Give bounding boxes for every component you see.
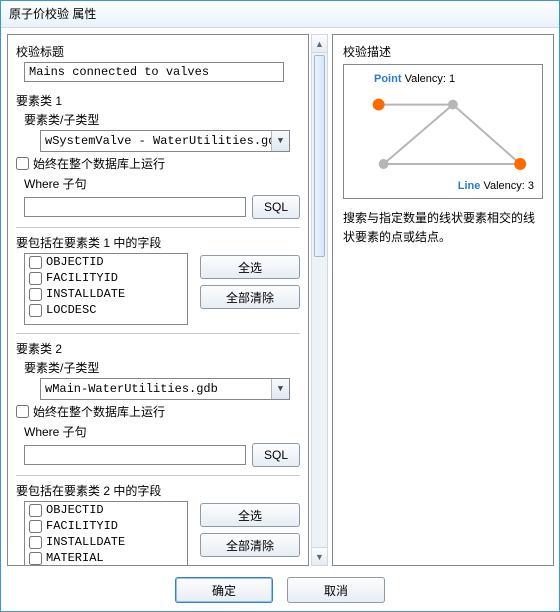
scroll-down-icon[interactable]: ▼ [312,547,327,565]
point-valency: Valency: 1 [405,73,456,85]
point-label: Point [374,73,402,85]
line-valency: Valency: 3 [483,180,534,192]
list-item: FACILITYID [25,518,187,534]
list-item: FACILITYID [25,270,187,286]
check-title-input[interactable] [24,62,284,82]
fc1-clearall-button[interactable]: 全部清除 [200,285,300,309]
scroll-up-icon[interactable]: ▲ [312,35,327,53]
fc1-header: 要素类 1 [16,92,300,109]
list-item: MATERIAL [25,550,187,566]
field-checkbox[interactable] [29,256,42,269]
description-text: 搜索与指定数量的线状要素相交的线状要素的点或结点。 [343,209,543,247]
fc2-fields-header: 要包括在要素类 2 中的字段 [16,482,300,499]
fc1-combo[interactable]: wSystemValve - WaterUtilities.gdb ▼ [40,130,290,152]
fc2-subtype-label: 要素类/子类型 [24,359,300,376]
fc2-alwaysrun-checkbox[interactable] [16,405,29,418]
fc2-combo[interactable]: wMain-WaterUtilities.gdb ▼ [40,378,290,400]
description-heading: 校验描述 [343,43,543,60]
dialog-footer: 确定 取消 [1,577,559,603]
fc2-combo-text: wMain-WaterUtilities.gdb [41,379,271,399]
list-item: INSTALLDATE [25,286,187,302]
list-item: LOCDESC [25,302,187,318]
fc1-subtype-label: 要素类/子类型 [24,111,300,128]
fc1-fields-header: 要包括在要素类 1 中的字段 [16,234,300,251]
fc1-selectall-button[interactable]: 全选 [200,255,300,279]
client-area: 校验标题 要素类 1 要素类/子类型 wSystemValve - WaterU… [1,28,559,611]
dialog-title: 原子价校验 属性 [1,1,559,28]
chevron-down-icon[interactable]: ▼ [271,131,289,151]
field-checkbox[interactable] [29,536,42,549]
fc1-combo-text: wSystemValve - WaterUtilities.gdb [41,131,271,151]
left-panel: 校验标题 要素类 1 要素类/子类型 wSystemValve - WaterU… [7,34,309,566]
chevron-down-icon[interactable]: ▼ [271,379,289,399]
fc1-alwaysrun-row: 始终在整个数据库上运行 [16,155,300,172]
fc1-sql-button[interactable]: SQL [252,195,300,219]
fc1-where-input[interactable] [24,197,246,217]
field-checkbox[interactable] [29,504,42,517]
list-item: OBJECTID [25,502,187,518]
fc2-header: 要素类 2 [16,340,300,357]
fc1-alwaysrun-label: 始终在整个数据库上运行 [33,155,165,172]
cancel-button[interactable]: 取消 [287,577,385,603]
scroll-thumb[interactable] [314,55,325,257]
fc2-where-label: Where 子句 [24,423,300,440]
fc2-where-input[interactable] [24,445,246,465]
fc1-alwaysrun-checkbox[interactable] [16,157,29,170]
field-checkbox[interactable] [29,552,42,565]
fc2-alwaysrun-label: 始终在整个数据库上运行 [33,403,165,420]
list-item: OBJECTID [25,254,187,270]
ok-button[interactable]: 确定 [175,577,273,603]
fc2-sql-button[interactable]: SQL [252,443,300,467]
dialog-window: 原子价校验 属性 校验标题 要素类 1 要素类/子类型 wSystemValve… [0,0,560,612]
fc1-where-label: Where 子句 [24,175,300,192]
field-checkbox[interactable] [29,288,42,301]
check-title-label: 校验标题 [16,43,300,60]
field-checkbox[interactable] [29,520,42,533]
left-scrollbar[interactable]: ▲ ▼ [311,34,328,566]
field-checkbox[interactable] [29,304,42,317]
list-item: INSTALLDATE [25,534,187,550]
fc1-fields-list[interactable]: OBJECTID FACILITYID INSTALLDATE LOCDESC [24,253,188,325]
field-checkbox[interactable] [29,272,42,285]
right-panel: 校验描述 Point Valency: 1 [332,34,554,566]
fc2-clearall-button[interactable]: 全部清除 [200,533,300,557]
fc2-selectall-button[interactable]: 全选 [200,503,300,527]
fc2-alwaysrun-row: 始终在整个数据库上运行 [16,403,300,420]
scroll-track[interactable] [312,53,327,547]
line-label: Line [458,180,481,192]
fc2-fields-list[interactable]: OBJECTID FACILITYID INSTALLDATE MATERIAL [24,501,188,566]
valency-diagram: Point Valency: 1 Line Valency: 3 [343,64,543,199]
